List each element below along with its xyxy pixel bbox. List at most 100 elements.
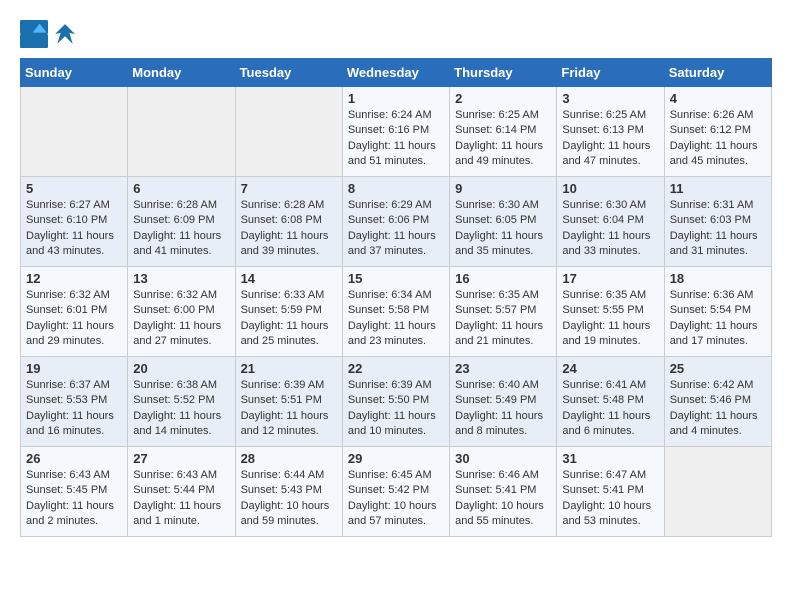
daylight-text: Daylight: 11 hours and 41 minutes. — [133, 230, 221, 257]
sunrise-text: Sunrise: 6:36 AM — [670, 289, 754, 301]
weekday-header-saturday: Saturday — [664, 59, 771, 87]
sunrise-text: Sunrise: 6:46 AM — [455, 469, 539, 481]
sunset-text: Sunset: 6:03 PM — [670, 214, 751, 226]
cell-content: Sunrise: 6:25 AM Sunset: 6:13 PM Dayligh… — [562, 108, 658, 170]
calendar-cell: 3 Sunrise: 6:25 AM Sunset: 6:13 PM Dayli… — [557, 87, 664, 177]
calendar-cell: 21 Sunrise: 6:39 AM Sunset: 5:51 PM Dayl… — [235, 357, 342, 447]
cell-content: Sunrise: 6:26 AM Sunset: 6:12 PM Dayligh… — [670, 108, 766, 170]
sunset-text: Sunset: 5:45 PM — [26, 484, 107, 496]
daylight-text: Daylight: 11 hours and 4 minutes. — [670, 410, 758, 437]
calendar-cell: 17 Sunrise: 6:35 AM Sunset: 5:55 PM Dayl… — [557, 267, 664, 357]
weekday-header-thursday: Thursday — [450, 59, 557, 87]
cell-content: Sunrise: 6:42 AM Sunset: 5:46 PM Dayligh… — [670, 378, 766, 440]
cell-content: Sunrise: 6:43 AM Sunset: 5:44 PM Dayligh… — [133, 468, 229, 530]
day-number: 21 — [241, 361, 337, 376]
calendar-cell: 19 Sunrise: 6:37 AM Sunset: 5:53 PM Dayl… — [21, 357, 128, 447]
daylight-text: Daylight: 11 hours and 31 minutes. — [670, 230, 758, 257]
cell-content: Sunrise: 6:30 AM Sunset: 6:04 PM Dayligh… — [562, 198, 658, 260]
sunset-text: Sunset: 6:05 PM — [455, 214, 536, 226]
sunrise-text: Sunrise: 6:43 AM — [133, 469, 217, 481]
sunrise-text: Sunrise: 6:34 AM — [348, 289, 432, 301]
daylight-text: Daylight: 10 hours and 53 minutes. — [562, 500, 651, 527]
calendar-cell: 14 Sunrise: 6:33 AM Sunset: 5:59 PM Dayl… — [235, 267, 342, 357]
calendar-cell: 20 Sunrise: 6:38 AM Sunset: 5:52 PM Dayl… — [128, 357, 235, 447]
day-number: 18 — [670, 271, 766, 286]
daylight-text: Daylight: 11 hours and 29 minutes. — [26, 320, 114, 347]
sunset-text: Sunset: 5:55 PM — [562, 304, 643, 316]
calendar-cell: 4 Sunrise: 6:26 AM Sunset: 6:12 PM Dayli… — [664, 87, 771, 177]
cell-content: Sunrise: 6:35 AM Sunset: 5:55 PM Dayligh… — [562, 288, 658, 350]
calendar-table: SundayMondayTuesdayWednesdayThursdayFrid… — [20, 58, 772, 537]
calendar-cell: 6 Sunrise: 6:28 AM Sunset: 6:09 PM Dayli… — [128, 177, 235, 267]
cell-content: Sunrise: 6:35 AM Sunset: 5:57 PM Dayligh… — [455, 288, 551, 350]
sunrise-text: Sunrise: 6:42 AM — [670, 379, 754, 391]
cell-content: Sunrise: 6:37 AM Sunset: 5:53 PM Dayligh… — [26, 378, 122, 440]
sunrise-text: Sunrise: 6:25 AM — [455, 109, 539, 121]
calendar-cell: 29 Sunrise: 6:45 AM Sunset: 5:42 PM Dayl… — [342, 447, 449, 537]
sunset-text: Sunset: 5:41 PM — [455, 484, 536, 496]
day-number: 9 — [455, 181, 551, 196]
calendar-cell — [664, 447, 771, 537]
cell-content: Sunrise: 6:41 AM Sunset: 5:48 PM Dayligh… — [562, 378, 658, 440]
logo-bird — [54, 23, 76, 45]
day-number: 11 — [670, 181, 766, 196]
daylight-text: Daylight: 11 hours and 45 minutes. — [670, 140, 758, 167]
cell-content: Sunrise: 6:29 AM Sunset: 6:06 PM Dayligh… — [348, 198, 444, 260]
calendar-cell: 12 Sunrise: 6:32 AM Sunset: 6:01 PM Dayl… — [21, 267, 128, 357]
sunset-text: Sunset: 5:44 PM — [133, 484, 214, 496]
day-number: 2 — [455, 91, 551, 106]
daylight-text: Daylight: 11 hours and 47 minutes. — [562, 140, 650, 167]
cell-content: Sunrise: 6:24 AM Sunset: 6:16 PM Dayligh… — [348, 108, 444, 170]
sunrise-text: Sunrise: 6:26 AM — [670, 109, 754, 121]
sunrise-text: Sunrise: 6:32 AM — [133, 289, 217, 301]
cell-content: Sunrise: 6:38 AM Sunset: 5:52 PM Dayligh… — [133, 378, 229, 440]
daylight-text: Daylight: 11 hours and 14 minutes. — [133, 410, 221, 437]
day-number: 20 — [133, 361, 229, 376]
sunrise-text: Sunrise: 6:40 AM — [455, 379, 539, 391]
sunrise-text: Sunrise: 6:39 AM — [348, 379, 432, 391]
calendar-cell — [21, 87, 128, 177]
daylight-text: Daylight: 11 hours and 33 minutes. — [562, 230, 650, 257]
sunrise-text: Sunrise: 6:31 AM — [670, 199, 754, 211]
sunset-text: Sunset: 5:53 PM — [26, 394, 107, 406]
day-number: 28 — [241, 451, 337, 466]
calendar-cell: 22 Sunrise: 6:39 AM Sunset: 5:50 PM Dayl… — [342, 357, 449, 447]
daylight-text: Daylight: 10 hours and 57 minutes. — [348, 500, 437, 527]
calendar-cell: 9 Sunrise: 6:30 AM Sunset: 6:05 PM Dayli… — [450, 177, 557, 267]
calendar-cell: 25 Sunrise: 6:42 AM Sunset: 5:46 PM Dayl… — [664, 357, 771, 447]
cell-content: Sunrise: 6:46 AM Sunset: 5:41 PM Dayligh… — [455, 468, 551, 530]
sunrise-text: Sunrise: 6:32 AM — [26, 289, 110, 301]
daylight-text: Daylight: 11 hours and 10 minutes. — [348, 410, 436, 437]
day-number: 1 — [348, 91, 444, 106]
sunset-text: Sunset: 6:14 PM — [455, 124, 536, 136]
sunset-text: Sunset: 6:09 PM — [133, 214, 214, 226]
cell-content: Sunrise: 6:30 AM Sunset: 6:05 PM Dayligh… — [455, 198, 551, 260]
day-number: 5 — [26, 181, 122, 196]
weekday-header-tuesday: Tuesday — [235, 59, 342, 87]
cell-content: Sunrise: 6:28 AM Sunset: 6:08 PM Dayligh… — [241, 198, 337, 260]
day-number: 6 — [133, 181, 229, 196]
calendar-cell — [128, 87, 235, 177]
sunset-text: Sunset: 5:59 PM — [241, 304, 322, 316]
weekday-header-monday: Monday — [128, 59, 235, 87]
sunrise-text: Sunrise: 6:41 AM — [562, 379, 646, 391]
calendar-cell: 18 Sunrise: 6:36 AM Sunset: 5:54 PM Dayl… — [664, 267, 771, 357]
logo-icon — [20, 20, 48, 48]
daylight-text: Daylight: 11 hours and 43 minutes. — [26, 230, 114, 257]
sunset-text: Sunset: 6:01 PM — [26, 304, 107, 316]
sunset-text: Sunset: 5:46 PM — [670, 394, 751, 406]
sunset-text: Sunset: 5:48 PM — [562, 394, 643, 406]
daylight-text: Daylight: 11 hours and 37 minutes. — [348, 230, 436, 257]
sunset-text: Sunset: 6:10 PM — [26, 214, 107, 226]
day-number: 22 — [348, 361, 444, 376]
calendar-week-3: 12 Sunrise: 6:32 AM Sunset: 6:01 PM Dayl… — [21, 267, 772, 357]
daylight-text: Daylight: 11 hours and 19 minutes. — [562, 320, 650, 347]
day-number: 25 — [670, 361, 766, 376]
day-number: 24 — [562, 361, 658, 376]
calendar-cell: 26 Sunrise: 6:43 AM Sunset: 5:45 PM Dayl… — [21, 447, 128, 537]
day-number: 31 — [562, 451, 658, 466]
sunset-text: Sunset: 5:50 PM — [348, 394, 429, 406]
cell-content: Sunrise: 6:36 AM Sunset: 5:54 PM Dayligh… — [670, 288, 766, 350]
daylight-text: Daylight: 11 hours and 27 minutes. — [133, 320, 221, 347]
sunset-text: Sunset: 5:43 PM — [241, 484, 322, 496]
